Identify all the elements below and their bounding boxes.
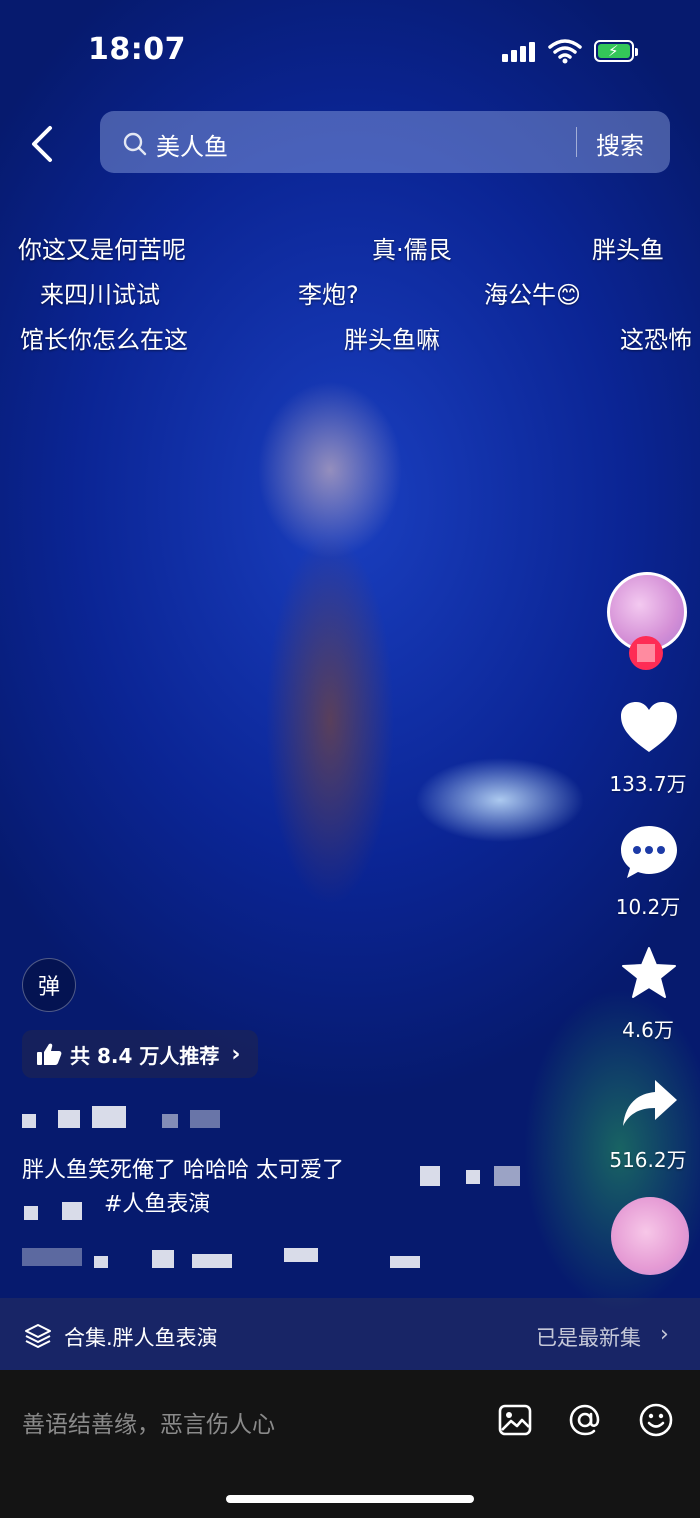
search-input[interactable]: 美人鱼 (156, 127, 228, 162)
location-mosaic (22, 1246, 442, 1270)
comment-icon[interactable] (619, 824, 679, 880)
share-icon[interactable] (619, 1076, 679, 1132)
status-time: 18:07 (88, 32, 186, 67)
recommend-label: 共 8.4 万人推荐 (70, 1043, 220, 1068)
danmaku-comment: 胖头鱼 (592, 236, 664, 264)
danmaku-comment: 真·儒艮 (372, 236, 452, 264)
recommend-pill[interactable]: 共 8.4 万人推荐 › (22, 1030, 259, 1078)
chevron-right-icon: › (231, 1041, 241, 1067)
danmaku-comment: 李炮? (298, 281, 359, 309)
home-indicator[interactable] (226, 1495, 474, 1503)
layers-icon (25, 1324, 51, 1348)
at-icon[interactable] (567, 1402, 603, 1438)
danmaku-comment: 这恐怖 (620, 326, 692, 354)
follow-button[interactable] (629, 636, 663, 670)
danmaku-comment: 胖头鱼嘛 (344, 326, 440, 354)
share-count: 516.2万 (609, 1148, 687, 1172)
post-hashtag[interactable]: #人鱼表演 (104, 1186, 210, 1218)
search-button[interactable]: 搜索 (596, 126, 644, 161)
danmaku-comment: 馆长你怎么在这 (20, 326, 188, 354)
wifi-icon (548, 39, 582, 64)
music-disc-avatar[interactable] (611, 1197, 689, 1275)
danmaku-toggle-button[interactable]: 弹 (22, 958, 76, 1012)
like-count: 133.7万 (609, 772, 687, 796)
search-icon (123, 132, 147, 156)
author-name-mosaic[interactable] (22, 1106, 242, 1130)
thumbs-up-icon (37, 1043, 62, 1065)
post-caption: 胖人鱼笑死俺了 哈哈哈 太可爱了 (22, 1158, 344, 1183)
caption-mosaic (420, 1162, 530, 1188)
back-icon[interactable] (24, 120, 60, 168)
favorite-count: 4.6万 (622, 1018, 674, 1042)
star-icon[interactable] (619, 946, 679, 1002)
search-divider (576, 127, 577, 157)
collection-status[interactable]: 已是最新集 (536, 1322, 641, 1352)
comment-count: 10.2万 (615, 895, 681, 919)
emoji-icon[interactable] (638, 1402, 674, 1438)
danmaku-comment: 海公牛😊 (484, 281, 582, 309)
comment-input[interactable]: 善语结善缘，恶言伤人心 (22, 1405, 275, 1439)
heart-icon[interactable] (619, 700, 679, 756)
danmaku-comment: 来四川试试 (40, 281, 160, 309)
collection-title[interactable]: 合集.胖人鱼表演 (64, 1322, 218, 1352)
image-icon[interactable] (497, 1402, 533, 1438)
danmaku-toggle-label: 弹 (37, 975, 60, 1000)
battery-icon: ⚡ (594, 40, 638, 62)
mention-mosaic (22, 1196, 102, 1222)
signal-icon (502, 40, 538, 62)
chevron-right-icon[interactable]: › (660, 1322, 669, 1347)
danmaku-comment: 你这又是何苦呢 (18, 236, 186, 264)
